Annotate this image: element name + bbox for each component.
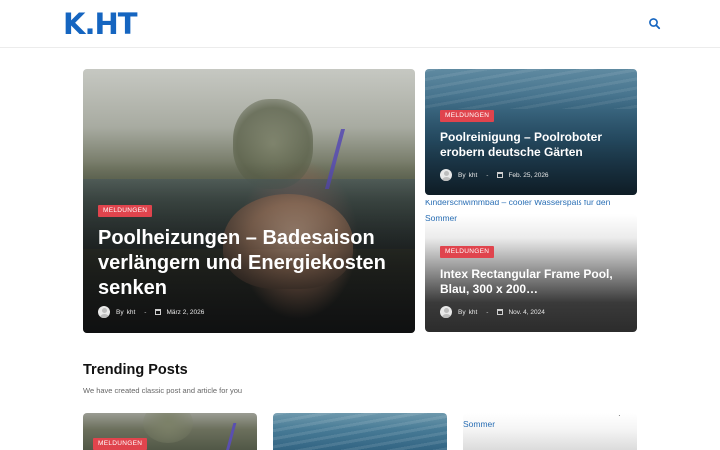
author-avatar [440, 306, 452, 318]
category-badge[interactable]: MELDUNGEN [440, 246, 495, 258]
calendar-icon [497, 172, 504, 178]
image-alt-text: Sommer [463, 419, 496, 429]
post-meta: By kht - Feb. 25, 2026 [440, 169, 549, 181]
by-label: By [458, 171, 466, 179]
trending-post-card[interactable] [273, 413, 447, 450]
post-image-tree [143, 413, 193, 443]
author-avatar [440, 169, 452, 181]
by-label: By [116, 308, 124, 316]
meta-separator: - [486, 308, 489, 316]
meta-separator: - [486, 171, 489, 179]
featured-post-card-bottom[interactable]: MELDUNGEN Intex Rectangular Frame Pool, … [425, 214, 637, 332]
featured-post-card-top[interactable]: MELDUNGEN Poolreinigung – Poolroboter er… [425, 69, 637, 195]
author-name[interactable]: kht [469, 309, 478, 316]
section-subtitle: We have created classic post and article… [83, 386, 243, 395]
post-title[interactable]: Poolheizungen – Badesaison verlängern un… [98, 226, 398, 301]
by-label: By [458, 308, 466, 316]
post-image-water [273, 413, 447, 450]
section-title: Trending Posts [83, 362, 188, 378]
author-avatar [98, 306, 110, 318]
featured-post-card-main[interactable]: MELDUNGEN Poolheizungen – Badesaison ver… [83, 69, 415, 333]
post-meta: By kht - März 2, 2026 [98, 306, 204, 318]
meta-separator: - [144, 308, 147, 316]
post-title[interactable]: Intex Rectangular Frame Pool, Blau, 300 … [440, 267, 630, 297]
image-alt-line: Sommer [425, 213, 458, 223]
trending-post-card[interactable]: · Sommer [463, 413, 637, 450]
post-image-hammock [222, 423, 257, 450]
search-icon[interactable] [647, 16, 663, 32]
image-alt-line: Kinderschwimmbad – cooler Wasserspaß für… [425, 200, 611, 207]
author-name[interactable]: kht [127, 309, 136, 316]
category-badge[interactable]: MELDUNGEN [440, 110, 495, 122]
image-alt-fragment: · [618, 413, 621, 420]
calendar-icon [497, 309, 504, 315]
post-date: Nov. 4, 2024 [508, 308, 545, 316]
category-badge[interactable]: MELDUNGEN [98, 205, 153, 217]
post-date: März 2, 2026 [166, 308, 205, 316]
post-meta: By kht - Nov. 4, 2024 [440, 306, 545, 318]
calendar-icon [155, 309, 162, 315]
site-header: K.HT [0, 0, 720, 48]
category-badge[interactable]: MELDUNGEN [93, 438, 148, 450]
post-title[interactable]: Poolreinigung – Poolroboter erobern deut… [440, 130, 630, 160]
post-date: Feb. 25, 2026 [508, 171, 549, 179]
trending-post-card[interactable]: MELDUNGEN [83, 413, 257, 450]
site-logo[interactable]: K.HT [63, 8, 138, 40]
author-name[interactable]: kht [469, 172, 478, 179]
